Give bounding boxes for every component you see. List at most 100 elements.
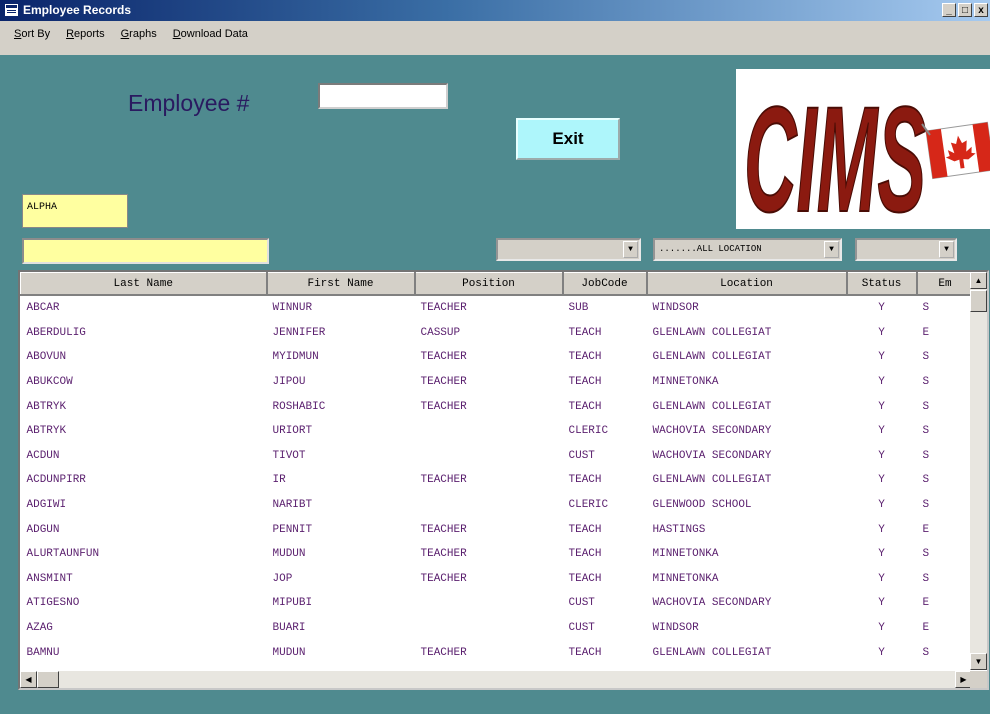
cell-last-name[interactable]: ALURTAUNFUN — [21, 542, 267, 567]
cell-status[interactable]: Y — [847, 295, 917, 321]
cell-status[interactable]: Y — [847, 345, 917, 370]
cell-last-name[interactable]: ADGUN — [21, 517, 267, 542]
cell-first-name[interactable]: JENNIFER — [267, 321, 415, 346]
cell-em[interactable]: E — [917, 616, 974, 641]
table-row[interactable]: ABUKCOW JIPOU TEACHER TEACH MINNETONKA Y S — [21, 370, 974, 395]
cell-jobcode[interactable]: TEACH — [563, 567, 647, 592]
cell-last-name[interactable]: ADGIWI — [21, 493, 267, 518]
horizontal-scrollbar[interactable]: ◀ ▶ — [20, 671, 972, 688]
cell-last-name[interactable]: ACDUNPIRR — [21, 468, 267, 493]
cell-em[interactable]: S — [917, 493, 974, 518]
table-row[interactable]: ABTRYK ROSHABIC TEACHER TEACH GLENLAWN COLLE… — [21, 394, 974, 419]
location-combo[interactable]: .......ALL LOCATION ▼ — [653, 238, 842, 261]
horizontal-scroll-thumb[interactable] — [37, 671, 59, 688]
cell-jobcode[interactable]: TEACH — [563, 640, 647, 665]
cell-last-name[interactable]: ABUKCOW — [21, 370, 267, 395]
maximize-button[interactable]: □ — [958, 3, 972, 17]
cell-status[interactable]: Y — [847, 591, 917, 616]
column-header-location[interactable]: Location — [646, 272, 848, 296]
chevron-down-icon[interactable]: ▼ — [824, 241, 839, 258]
scroll-down-icon[interactable]: ▼ — [970, 653, 987, 670]
cell-last-name[interactable]: ABERDULIG — [21, 321, 267, 346]
cell-status[interactable]: Y — [847, 419, 917, 444]
cell-jobcode[interactable]: SUB — [563, 295, 647, 321]
cell-first-name[interactable]: BUARI — [267, 616, 415, 641]
cell-status[interactable]: Y — [847, 493, 917, 518]
cell-status[interactable]: Y — [847, 640, 917, 665]
cell-location[interactable]: WINDSOR — [647, 616, 847, 641]
cell-location[interactable]: HASTINGS — [647, 517, 847, 542]
cell-position[interactable]: TEACHER — [415, 640, 563, 665]
cell-position[interactable]: TEACHER — [415, 468, 563, 493]
table-row[interactable]: ACDUNPIRR IR TEACHER TEACH GLENLAWN COLLEGIA… — [21, 468, 974, 493]
employee-number-input[interactable] — [318, 83, 448, 109]
cell-status[interactable]: Y — [847, 370, 917, 395]
cell-em[interactable]: S — [917, 295, 974, 321]
cell-first-name[interactable]: ROSHABIC — [267, 394, 415, 419]
cell-em[interactable]: S — [917, 468, 974, 493]
table-row[interactable]: ACDUN TIVOT CUST WACHOVIA SECONDARY Y S — [21, 444, 974, 469]
cell-first-name[interactable]: MIPUBI — [267, 591, 415, 616]
cell-last-name[interactable]: AZAG — [21, 616, 267, 641]
column-header-status[interactable]: Status — [846, 272, 918, 296]
menu-reports[interactable]: Reports — [66, 28, 105, 40]
cell-first-name[interactable]: MUDUN — [267, 542, 415, 567]
cell-jobcode[interactable]: TEACH — [563, 321, 647, 346]
cell-em[interactable]: E — [917, 321, 974, 346]
cell-status[interactable]: Y — [847, 567, 917, 592]
close-button[interactable]: x — [974, 3, 988, 17]
cell-location[interactable]: MINNETONKA — [647, 370, 847, 395]
cell-jobcode[interactable]: CLERIC — [563, 493, 647, 518]
cell-status[interactable]: Y — [847, 321, 917, 346]
cell-last-name[interactable]: ABTRYK — [21, 419, 267, 444]
table-row[interactable]: BAMNU MUDUN TEACHER TEACH GLENLAWN COLLEGIAT… — [21, 640, 974, 665]
table-row[interactable]: ABCAR WINNUR TEACHER SUB WINDSOR Y S — [21, 295, 974, 321]
position-combo[interactable]: ▼ — [496, 238, 641, 261]
cell-last-name[interactable]: BAMNU — [21, 640, 267, 665]
cell-jobcode[interactable]: TEACH — [563, 517, 647, 542]
status-combo[interactable]: ▼ — [855, 238, 957, 261]
cell-first-name[interactable]: WINNUR — [267, 295, 415, 321]
cell-first-name[interactable]: MUDUN — [267, 640, 415, 665]
cell-em[interactable]: S — [917, 444, 974, 469]
cell-location[interactable]: GLENLAWN COLLEGIAT — [647, 468, 847, 493]
cell-jobcode[interactable]: TEACH — [563, 468, 647, 493]
exit-button[interactable]: Exit — [516, 118, 620, 160]
menu-graphs[interactable]: Graphs — [121, 28, 157, 40]
column-header-first-name[interactable]: First Name — [266, 272, 416, 296]
cell-status[interactable]: Y — [847, 468, 917, 493]
cell-position[interactable]: TEACHER — [415, 295, 563, 321]
vertical-scrollbar[interactable]: ▲ ▼ — [970, 272, 987, 670]
table-row[interactable]: AZAG BUARI CUST WINDSOR Y E — [21, 616, 974, 641]
cell-last-name[interactable]: ANSMINT — [21, 567, 267, 592]
employee-grid[interactable]: Last Name First Name Position JobCode Lo… — [18, 270, 989, 690]
cell-first-name[interactable]: JIPOU — [267, 370, 415, 395]
table-row[interactable]: ABTRYK URIORT CLERIC WACHOVIA SECONDARY Y S — [21, 419, 974, 444]
cell-jobcode[interactable]: CLERIC — [563, 419, 647, 444]
cell-position[interactable]: TEACHER — [415, 345, 563, 370]
cell-em[interactable]: S — [917, 394, 974, 419]
cell-location[interactable]: GLENLAWN COLLEGIAT — [647, 640, 847, 665]
cell-first-name[interactable]: MYIDMUN — [267, 345, 415, 370]
cell-jobcode[interactable]: CUST — [563, 591, 647, 616]
cell-em[interactable]: E — [917, 591, 974, 616]
cell-jobcode[interactable]: CUST — [563, 444, 647, 469]
alpha-label-box[interactable]: ALPHA — [22, 194, 128, 228]
minimize-button[interactable]: _ — [942, 3, 956, 17]
cell-location[interactable]: WACHOVIA SECONDARY — [647, 444, 847, 469]
cell-location[interactable]: GLENWOOD SCHOOL — [647, 493, 847, 518]
cell-jobcode[interactable]: CUST — [563, 616, 647, 641]
column-header-position[interactable]: Position — [414, 272, 564, 296]
cell-position[interactable] — [415, 444, 563, 469]
cell-location[interactable]: GLENLAWN COLLEGIAT — [647, 394, 847, 419]
table-row[interactable]: ADGIWI NARIBT CLERIC GLENWOOD SCHOOL Y S — [21, 493, 974, 518]
vertical-scroll-thumb[interactable] — [970, 290, 987, 312]
cell-position[interactable] — [415, 616, 563, 641]
cell-em[interactable]: S — [917, 567, 974, 592]
cell-em[interactable]: S — [917, 640, 974, 665]
cell-em[interactable]: E — [917, 517, 974, 542]
cell-last-name[interactable]: ABTRYK — [21, 394, 267, 419]
cell-location[interactable]: WINDSOR — [647, 295, 847, 321]
column-header-last-name[interactable]: Last Name — [20, 272, 268, 296]
cell-jobcode[interactable]: TEACH — [563, 370, 647, 395]
